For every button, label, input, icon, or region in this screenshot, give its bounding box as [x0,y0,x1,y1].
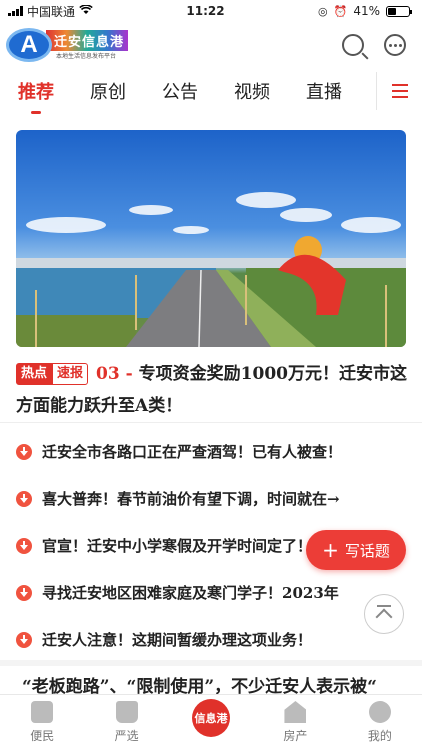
chat-icon[interactable] [384,34,406,56]
write-topic-label: 写话题 [344,541,390,560]
tab-announcement[interactable]: 公告 [162,78,198,104]
back-to-top-icon[interactable] [364,594,404,634]
down-arrow-icon [16,490,32,507]
news-item[interactable]: 迁安人注意！这期间暂缓办理这项业务！ [16,616,410,663]
logo-title: 迁安信息港 [46,30,129,51]
fast-news-tag: 速报 [52,363,89,385]
signal-icon [8,6,23,16]
news-item[interactable]: 寻找迁安地区困难家庭及寒门学子！2023年 [16,569,410,616]
tab-original[interactable]: 原创 [90,78,126,104]
news-item[interactable]: 迁安全市各路口正在严查酒驾！已有人被查！ [16,428,410,475]
hot-tag: 热点 [16,363,53,385]
carrier-label: 中国联通 [27,4,76,19]
plus-icon: + [322,538,339,562]
logo-badge: A [6,28,52,62]
app-logo[interactable]: A 迁安信息港 本地生活信息发布平台 [6,28,129,62]
tab-recommend[interactable]: 推荐 [18,78,54,104]
nav-convenience[interactable]: 便民 [0,695,84,750]
down-arrow-icon [16,537,32,554]
banner-image[interactable] [16,130,406,347]
search-icon[interactable] [342,34,369,60]
logo-subtitle: 本地生活信息发布平台 [56,53,117,60]
home-center-icon: 信息港 [192,699,231,737]
clock: 11:22 [186,4,225,18]
section-divider [0,660,422,666]
status-bar: 中国联通 11:22 ◎ ⏰ 41% [0,0,422,22]
headline[interactable]: 热点 速报 03 - 专项资金奖励1000万元！迁安市这方面能力跃升至A类！ [16,358,410,422]
lock-rotation-icon: ◎ [318,4,328,18]
nav-home[interactable]: 信息港 [169,695,253,750]
shopping-bag-icon [115,701,138,723]
down-arrow-icon [16,443,32,460]
nav-property[interactable]: 房产 [253,695,337,750]
bottom-nav: 便民 严选 信息港 房产 我的 [0,694,422,750]
write-topic-button[interactable]: + 写话题 [306,530,406,570]
app-header: A 迁安信息港 本地生活信息发布平台 [0,22,422,68]
wifi-icon [79,4,93,18]
tab-video[interactable]: 视频 [234,78,270,104]
divider [0,422,422,423]
down-arrow-icon [16,584,32,601]
menu-icon[interactable] [376,72,422,110]
category-tabs: 推荐 原创 公告 视频 直播 [0,68,422,114]
convenience-icon [31,701,54,723]
avatar-icon [368,701,391,723]
tab-live[interactable]: 直播 [306,78,342,104]
news-item[interactable]: 喜大普奔！春节前油价有望下调，时间就在→ [16,475,410,522]
nav-mine[interactable]: 我的 [338,695,422,750]
battery-percent: 41% [353,4,380,18]
battery-icon [385,5,412,17]
headline-number: 03 - [96,364,133,384]
building-icon [284,701,307,723]
nav-selection[interactable]: 严选 [84,695,168,750]
alarm-icon: ⏰ [333,4,348,18]
down-arrow-icon [16,631,32,648]
